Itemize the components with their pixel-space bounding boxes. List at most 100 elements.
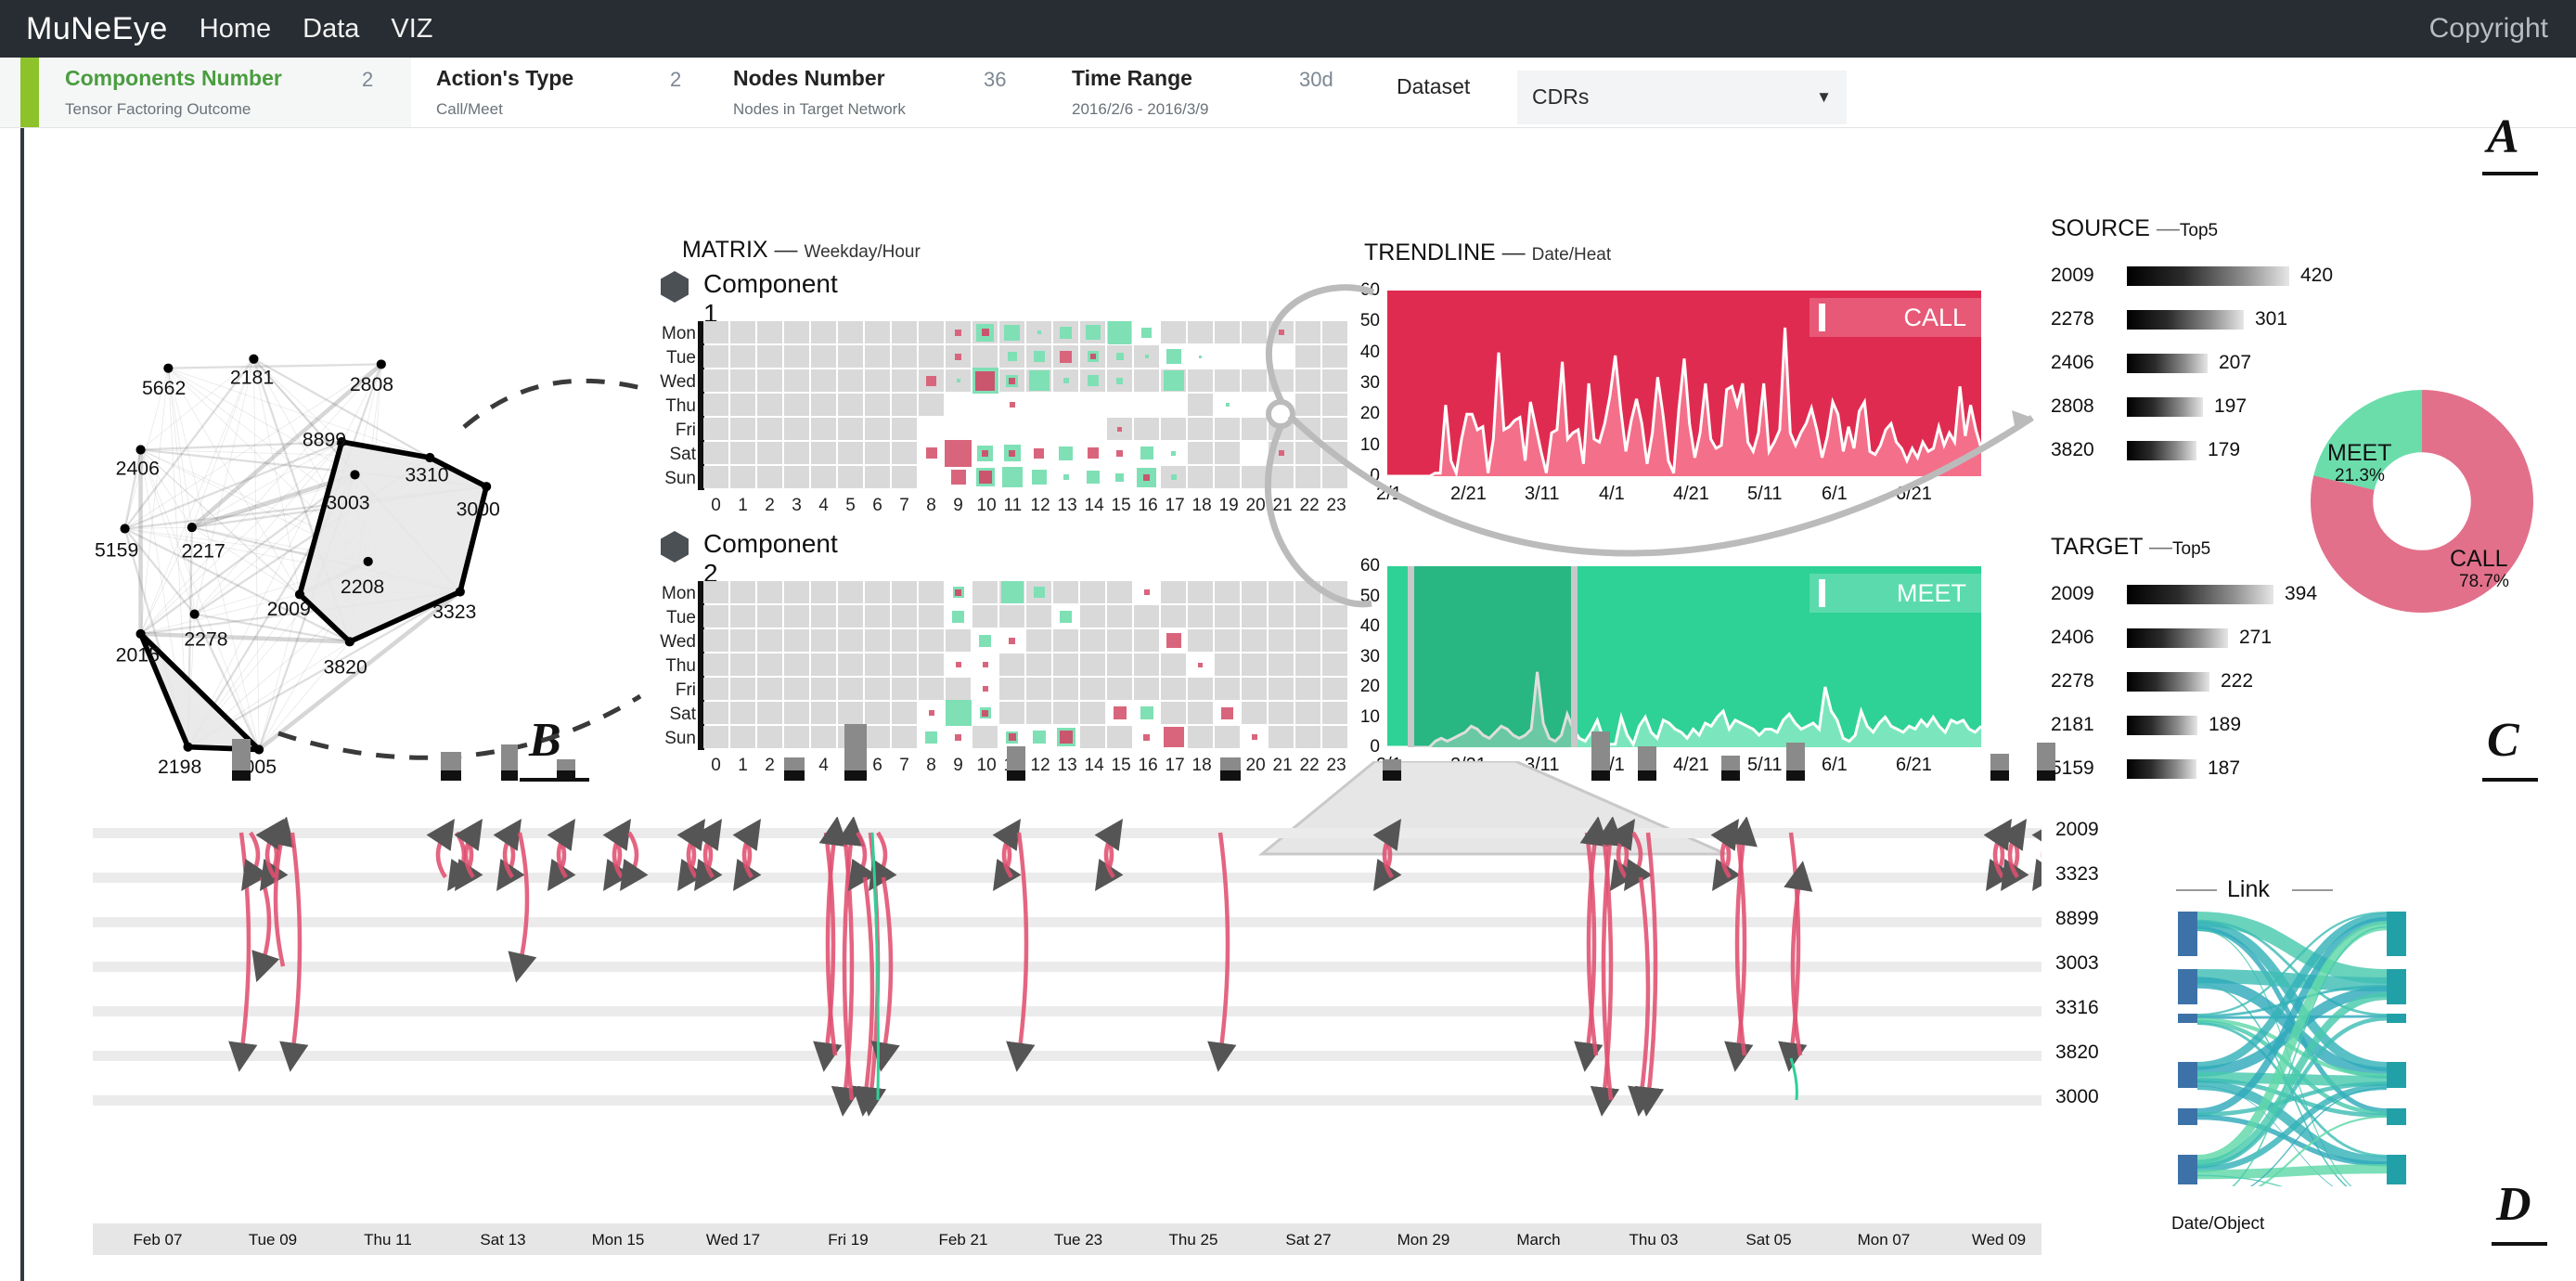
matrix-cell[interactable] <box>919 321 944 343</box>
matrix-cell[interactable] <box>1188 702 1213 724</box>
matrix-cell[interactable] <box>1215 321 1240 343</box>
rank-row-bar[interactable] <box>2127 585 2273 604</box>
sankey-node-right[interactable] <box>2387 1155 2406 1184</box>
matrix-cell[interactable] <box>1322 605 1347 628</box>
matrix-cell[interactable] <box>1322 418 1347 440</box>
matrix-cell[interactable] <box>1322 702 1347 724</box>
matrix-cell[interactable] <box>1242 678 1267 700</box>
matrix-cell[interactable] <box>1134 369 1159 392</box>
matrix-cell[interactable] <box>1026 629 1051 652</box>
matrix-value-mark[interactable] <box>1029 370 1050 391</box>
timeline-volume-bar[interactable] <box>1220 757 1241 770</box>
matrix-cell[interactable] <box>757 581 782 603</box>
matrix-cell[interactable] <box>1295 629 1320 652</box>
matrix-cell[interactable] <box>1269 581 1294 603</box>
rank-row-bar[interactable] <box>2127 354 2208 373</box>
matrix-cell[interactable] <box>892 726 917 748</box>
timeline-volume-bar[interactable] <box>1638 746 1656 770</box>
matrix-cell[interactable] <box>757 418 782 440</box>
matrix-cell[interactable] <box>892 702 917 724</box>
sankey-node-left[interactable] <box>2178 1062 2197 1088</box>
matrix-cell[interactable] <box>757 442 782 464</box>
matrix-cell[interactable] <box>811 321 836 343</box>
matrix-cell[interactable] <box>1242 321 1267 343</box>
matrix-cell[interactable] <box>1295 605 1320 628</box>
nav-link-home[interactable]: Home <box>200 14 271 45</box>
matrix-value-mark[interactable] <box>951 470 966 485</box>
matrix-value-mark[interactable] <box>1088 375 1099 386</box>
matrix-cell[interactable] <box>811 726 836 748</box>
matrix-value-mark[interactable] <box>955 330 961 336</box>
matrix-cell[interactable] <box>1107 605 1132 628</box>
matrix-cell[interactable] <box>892 653 917 676</box>
matrix-cell[interactable] <box>1322 442 1347 464</box>
matrix-cell[interactable] <box>703 702 728 724</box>
matrix-cell[interactable] <box>892 321 917 343</box>
matrix-cell[interactable] <box>1134 629 1159 652</box>
matrix-value-mark[interactable] <box>926 376 936 386</box>
matrix-cell[interactable] <box>1107 726 1132 748</box>
matrix-cell[interactable] <box>1080 629 1105 652</box>
matrix-cell[interactable] <box>757 345 782 368</box>
matrix-cell[interactable] <box>730 653 755 676</box>
matrix-value-mark[interactable] <box>1164 370 1184 391</box>
matrix-cell[interactable] <box>1322 321 1347 343</box>
matrix-value-mark[interactable] <box>1145 355 1149 358</box>
matrix-cell[interactable] <box>838 581 863 603</box>
matrix-value-mark[interactable] <box>957 379 960 382</box>
matrix-cell[interactable] <box>703 653 728 676</box>
matrix-cell[interactable] <box>919 394 944 416</box>
matrix-cell[interactable] <box>1242 418 1267 440</box>
rank-row-bar[interactable] <box>2127 759 2196 779</box>
stat-components-number[interactable]: Components Number 2 Tensor Factoring Out… <box>65 58 306 128</box>
matrix-cell[interactable] <box>1269 466 1294 488</box>
matrix-cell[interactable] <box>811 394 836 416</box>
matrix-cell[interactable] <box>730 702 755 724</box>
matrix-cell[interactable] <box>1161 418 1186 440</box>
timeline-volume-bar[interactable] <box>557 759 575 770</box>
matrix-cell[interactable] <box>1080 581 1105 603</box>
matrix-cell[interactable] <box>919 629 944 652</box>
matrix-value-mark[interactable] <box>1032 470 1047 485</box>
matrix-cell[interactable] <box>784 629 809 652</box>
matrix-value-mark[interactable] <box>952 611 964 623</box>
stat-time-range[interactable]: Time Range 30d 2016/2/6 - 2016/3/9 <box>1072 58 1322 128</box>
matrix-value-mark[interactable] <box>1116 378 1123 384</box>
matrix-cell[interactable] <box>838 466 863 488</box>
matrix-cell[interactable] <box>838 418 863 440</box>
matrix-value-mark[interactable] <box>1140 446 1153 459</box>
matrix-cell[interactable] <box>892 629 917 652</box>
matrix-cell[interactable] <box>703 605 728 628</box>
matrix-cell[interactable] <box>838 653 863 676</box>
matrix-cell[interactable] <box>811 678 836 700</box>
matrix-cell[interactable] <box>1188 369 1213 392</box>
matrix-cell[interactable] <box>1322 726 1347 748</box>
matrix-cell[interactable] <box>1188 581 1213 603</box>
sankey-link[interactable] <box>2197 1169 2387 1174</box>
timeline-volume-bar[interactable] <box>2037 743 2055 770</box>
matrix-cell[interactable] <box>1053 678 1078 700</box>
timeline-volume-bar[interactable] <box>1383 759 1401 770</box>
matrix-cell[interactable] <box>811 702 836 724</box>
matrix-value-mark[interactable] <box>1226 403 1230 407</box>
stat-actions-type[interactable]: Action's Type 2 Call/Meet <box>436 58 650 128</box>
matrix-cell[interactable] <box>784 466 809 488</box>
matrix-cell[interactable] <box>1322 345 1347 368</box>
network-node[interactable] <box>183 743 192 752</box>
matrix-value-mark[interactable] <box>1060 327 1072 339</box>
sankey-node-left[interactable] <box>2178 1014 2197 1023</box>
matrix-cell[interactable] <box>1134 418 1159 440</box>
matrix-cell[interactable] <box>1269 726 1294 748</box>
matrix-value-mark[interactable] <box>1199 356 1202 358</box>
matrix-cell[interactable] <box>703 629 728 652</box>
rank-row-bar[interactable] <box>2127 628 2228 648</box>
nav-link-viz[interactable]: VIZ <box>391 14 432 45</box>
network-node[interactable] <box>425 453 434 462</box>
matrix-cell[interactable] <box>972 605 998 628</box>
matrix-cell[interactable] <box>946 678 971 700</box>
matrix-cell[interactable] <box>757 629 782 652</box>
matrix-cell[interactable] <box>757 702 782 724</box>
matrix-cell[interactable] <box>1188 605 1213 628</box>
matrix-value-mark[interactable] <box>1009 638 1015 644</box>
matrix-cell[interactable] <box>1269 678 1294 700</box>
